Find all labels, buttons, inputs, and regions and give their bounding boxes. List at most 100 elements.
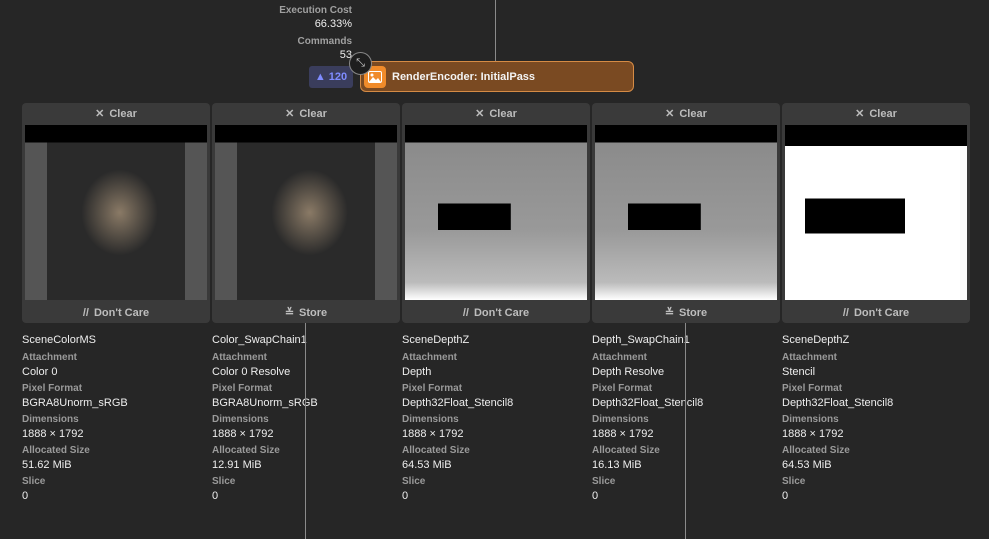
clear-x-icon: ✕	[855, 108, 865, 120]
attachment-card[interactable]: ✕ Clear ≚ Store	[592, 103, 780, 323]
slice-label: Slice	[402, 475, 426, 487]
pixel-format-label: Pixel Format	[402, 382, 463, 394]
attachment-value: Color 0	[22, 366, 58, 378]
attachment-label: Attachment	[782, 351, 838, 363]
load-action-label: Clear	[679, 107, 707, 120]
pixel-format-value: Depth32Float_Stencil8	[402, 397, 514, 409]
dimensions-label: Dimensions	[22, 413, 79, 425]
attachment-thumbnail[interactable]	[785, 125, 967, 300]
dont-care-slashes-icon: //	[82, 306, 89, 319]
load-action: ✕ Clear	[402, 103, 590, 124]
load-action: ✕ Clear	[22, 103, 210, 124]
attachment-thumbnail[interactable]	[595, 125, 777, 300]
store-action: ≚ Store	[212, 302, 400, 323]
slice-value: 0	[22, 490, 29, 502]
attachment-thumbnail[interactable]	[215, 125, 397, 300]
pixel-format-label: Pixel Format	[22, 382, 83, 394]
clear-x-icon: ✕	[95, 108, 105, 120]
attachment-label: Attachment	[212, 351, 268, 363]
slice-label: Slice	[592, 475, 616, 487]
slice-label: Slice	[22, 475, 46, 487]
load-action-label: Clear	[489, 107, 517, 120]
allocated-size-label: Allocated Size	[592, 444, 660, 456]
allocated-size-value: 64.53 MiB	[782, 459, 832, 471]
warnings-badge[interactable]: ▲ 120	[309, 66, 353, 88]
allocated-size-value: 16.13 MiB	[592, 459, 642, 471]
slice-value: 0	[782, 490, 789, 502]
attachment-name: Depth_SwapChain1	[592, 334, 690, 346]
attachment-name: SceneColorMS	[22, 334, 96, 346]
allocated-size-label: Allocated Size	[402, 444, 470, 456]
dont-care-slashes-icon: //	[842, 306, 849, 319]
attachment-info: SceneDepthZ Attachment Stencil Pixel For…	[782, 333, 893, 505]
load-action: ✕ Clear	[212, 103, 400, 124]
dont-care-slashes-icon: //	[462, 306, 469, 319]
allocated-size-value: 12.91 MiB	[212, 459, 262, 471]
store-action: ≚ Store	[592, 302, 780, 323]
dimensions-value: 1888 × 1792	[22, 428, 84, 440]
warning-triangle-icon: ▲	[314, 71, 326, 83]
expand-icon[interactable]: ⤡	[349, 52, 372, 75]
commands-label: Commands	[297, 36, 352, 47]
slice-value: 0	[592, 490, 599, 502]
allocated-size-label: Allocated Size	[782, 444, 850, 456]
store-action-label: Don't Care	[473, 306, 530, 319]
pixel-format-label: Pixel Format	[592, 382, 653, 394]
dimensions-label: Dimensions	[402, 413, 459, 425]
store-action: // Don't Care	[402, 302, 590, 323]
dimensions-value: 1888 × 1792	[212, 428, 274, 440]
attachment-card[interactable]: ✕ Clear ≚ Store	[212, 103, 400, 323]
store-action-label: Don't Care	[93, 306, 150, 319]
store-action-label: Store	[299, 306, 328, 319]
attachment-info: Color_SwapChain1 Attachment Color 0 Reso…	[212, 333, 318, 505]
attachment-card[interactable]: ✕ Clear // Don't Care	[782, 103, 970, 323]
slice-value: 0	[402, 490, 409, 502]
pixel-format-label: Pixel Format	[212, 382, 273, 394]
attachment-name: Color_SwapChain1	[212, 334, 307, 346]
store-action: // Don't Care	[22, 302, 210, 323]
allocated-size-value: 64.53 MiB	[402, 459, 452, 471]
pixel-format-value: Depth32Float_Stencil8	[782, 397, 894, 409]
load-action-label: Clear	[109, 107, 137, 120]
connector-line	[495, 0, 496, 62]
attachment-label: Attachment	[402, 351, 458, 363]
pixel-format-value: Depth32Float_Stencil8	[592, 397, 704, 409]
attachment-info: SceneColorMS Attachment Color 0 Pixel Fo…	[22, 333, 128, 505]
dimensions-label: Dimensions	[782, 413, 839, 425]
load-action-label: Clear	[869, 107, 897, 120]
encoder-title: RenderEncoder: InitialPass	[392, 70, 536, 83]
attachment-card[interactable]: ✕ Clear // Don't Care	[402, 103, 590, 323]
load-action: ✕ Clear	[592, 103, 780, 124]
allocated-size-label: Allocated Size	[212, 444, 280, 456]
dimensions-label: Dimensions	[592, 413, 649, 425]
store-action-label: Store	[679, 306, 708, 319]
commands: Commands 53	[298, 36, 352, 61]
clear-x-icon: ✕	[285, 108, 295, 120]
slice-label: Slice	[212, 475, 236, 487]
attachment-value: Stencil	[782, 366, 816, 378]
store-chevrons-icon: ≚	[284, 307, 295, 319]
pixel-format-label: Pixel Format	[782, 382, 843, 394]
warnings-count: 120	[328, 71, 348, 83]
attachment-name: SceneDepthZ	[782, 334, 850, 346]
dimensions-label: Dimensions	[212, 413, 269, 425]
attachment-info: Depth_SwapChain1 Attachment Depth Resolv…	[592, 333, 703, 505]
store-chevrons-icon: ≚	[664, 307, 675, 319]
pixel-format-value: BGRA8Unorm_sRGB	[212, 397, 318, 409]
load-action: ✕ Clear	[782, 103, 970, 124]
attachment-thumbnail[interactable]	[405, 125, 587, 300]
attachment-value: Depth	[402, 366, 432, 378]
attachment-label: Attachment	[592, 351, 648, 363]
connector-line	[305, 323, 306, 539]
store-action: // Don't Care	[782, 302, 970, 323]
execution-cost: Execution Cost 66.33%	[279, 5, 352, 30]
attachment-card[interactable]: ✕ Clear // Don't Care	[22, 103, 210, 323]
attachment-thumbnail[interactable]	[25, 125, 207, 300]
dimensions-value: 1888 × 1792	[782, 428, 844, 440]
allocated-size-value: 51.62 MiB	[22, 459, 72, 471]
dimensions-value: 1888 × 1792	[402, 428, 464, 440]
attachment-value: Color 0 Resolve	[212, 366, 291, 378]
attachment-name: SceneDepthZ	[402, 334, 470, 346]
render-encoder-node[interactable]: RenderEncoder: InitialPass	[360, 61, 634, 92]
execution-cost-label: Execution Cost	[279, 5, 352, 16]
